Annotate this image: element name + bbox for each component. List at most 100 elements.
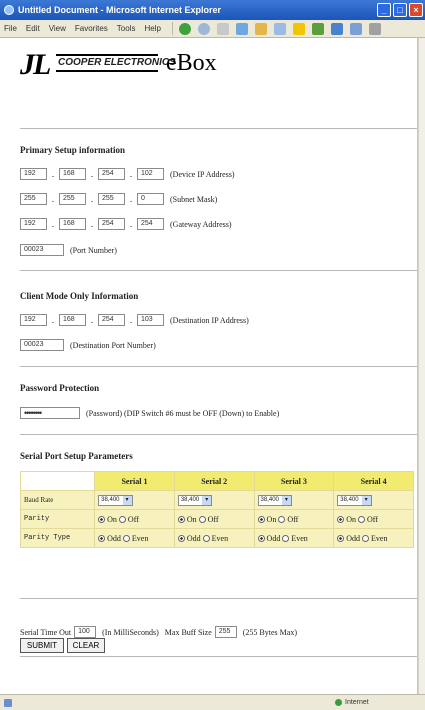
gateway-octet-3[interactable]: 254 [98, 218, 125, 230]
timeout-label: Serial Time Out [20, 627, 72, 637]
serial-2-header: Serial 2 [173, 471, 255, 491]
chevron-down-icon: ▾ [361, 495, 371, 505]
max-buff-input[interactable]: 255 [214, 626, 237, 638]
parity-type-label: Parity Type [19, 528, 96, 548]
print-icon[interactable] [368, 22, 381, 35]
divider [20, 270, 417, 271]
menu-file[interactable]: File [4, 24, 17, 33]
vertical-scrollbar[interactable] [418, 38, 425, 694]
parity-on-radio-1[interactable] [98, 516, 106, 524]
serial-heading: Serial Port Setup Parameters [20, 451, 133, 461]
favorites-icon[interactable] [292, 22, 305, 35]
port-input[interactable]: 00023 [20, 244, 64, 256]
parity-off-radio-4[interactable] [358, 516, 366, 524]
device-ip-octet-1[interactable]: 192 [20, 168, 47, 180]
baud-rate-select-4[interactable]: 38,400 ▾ [337, 494, 372, 506]
gateway-octet-2[interactable]: 168 [59, 218, 86, 230]
parity-odd-radio-2[interactable] [177, 535, 185, 543]
forward-icon[interactable] [197, 22, 210, 35]
serial-1-header: Serial 1 [94, 471, 175, 491]
baud-rate-select-2[interactable]: 38,400 ▾ [177, 494, 213, 506]
product-title: eBox [166, 50, 217, 76]
parity-odd-radio-3[interactable] [257, 535, 265, 543]
submit-button[interactable]: SUBMIT [20, 638, 64, 653]
close-icon[interactable]: × [409, 3, 423, 17]
search-icon[interactable] [273, 22, 286, 35]
back-icon[interactable] [178, 22, 191, 35]
password-label: (Password) (DIP Switch #6 must be OFF (D… [86, 408, 280, 418]
logo-brand: COOPER ELECTRONICS [56, 54, 176, 72]
subnet-label: (Subnet Mask) [170, 194, 218, 204]
parity-off-radio-1[interactable] [118, 516, 126, 524]
media-icon[interactable] [311, 22, 324, 35]
dest-ip-row: 192. 168. 254. 103 (Destination IP Addre… [20, 314, 249, 326]
device-ip-label: (Device IP Address) [170, 169, 235, 179]
dest-ip-octet-4[interactable]: 103 [137, 314, 164, 326]
chevron-down-icon: ▾ [202, 495, 212, 505]
maximize-icon[interactable]: □ [393, 3, 407, 17]
password-input[interactable]: •••••••• [20, 407, 80, 419]
parity-on-radio-3[interactable] [257, 516, 265, 524]
parity-even-radio-1[interactable] [122, 535, 130, 543]
subnet-octet-2[interactable]: 255 [59, 193, 86, 205]
subnet-octet-4[interactable]: 0 [137, 193, 164, 205]
timeout-unit: (In MilliSeconds) [102, 627, 159, 637]
menu-favorites[interactable]: Favorites [75, 24, 108, 33]
device-ip-octet-2[interactable]: 168 [59, 168, 86, 180]
timeout-input[interactable]: 100 [74, 626, 97, 638]
serial-port-table: Serial 1 Serial 2 Serial 3 Serial 4 Baud… [19, 471, 414, 548]
parity-even-radio-3[interactable] [282, 535, 290, 543]
home-icon[interactable] [254, 22, 267, 35]
parity-odd-radio-1[interactable] [98, 535, 106, 543]
dest-ip-octet-2[interactable]: 168 [59, 314, 86, 326]
subnet-octet-3[interactable]: 255 [98, 193, 125, 205]
device-ip-row: 192. 168. 254. 102 (Device IP Address) [20, 168, 235, 180]
divider [20, 434, 417, 435]
divider [20, 366, 417, 367]
divider [20, 598, 417, 599]
gateway-label: (Gateway Address) [170, 219, 232, 229]
refresh-icon[interactable] [235, 22, 248, 35]
client-heading: Client Mode Only Information [20, 291, 139, 301]
parity-even-radio-2[interactable] [202, 535, 210, 543]
device-ip-octet-3[interactable]: 254 [98, 168, 125, 180]
serial-4-header: Serial 4 [333, 471, 414, 491]
window-title: Untitled Document - Microsoft Internet E… [18, 5, 222, 15]
max-buff-note: (255 Bytes Max) [242, 627, 297, 637]
parity-even-radio-4[interactable] [362, 535, 370, 543]
subnet-octet-1[interactable]: 255 [20, 193, 47, 205]
menu-view[interactable]: View [49, 24, 66, 33]
primary-heading: Primary Setup information [20, 145, 125, 155]
menu-help[interactable]: Help [144, 24, 160, 33]
divider [20, 128, 417, 129]
parity-on-radio-4[interactable] [337, 516, 345, 524]
stop-icon[interactable] [216, 22, 229, 35]
menu-tools[interactable]: Tools [117, 24, 136, 33]
dest-ip-octet-1[interactable]: 192 [20, 314, 47, 326]
menu-edit[interactable]: Edit [26, 24, 40, 33]
chevron-down-icon: ▾ [122, 495, 132, 505]
dest-port-input[interactable]: 00023 [20, 339, 64, 351]
clear-button[interactable]: CLEAR [67, 638, 105, 653]
globe-icon [335, 699, 342, 706]
baud-rate-select-3[interactable]: 38,400 ▾ [257, 494, 292, 506]
dest-ip-octet-3[interactable]: 254 [98, 314, 125, 326]
gateway-octet-4[interactable]: 254 [137, 218, 164, 230]
device-ip-octet-4[interactable]: 102 [137, 168, 164, 180]
baud-rate-select-1[interactable]: 38,400 ▾ [98, 494, 133, 506]
parity-on-radio-2[interactable] [177, 516, 185, 524]
parity-off-radio-2[interactable] [198, 516, 206, 524]
page-icon [4, 698, 12, 707]
minimize-icon[interactable]: _ [377, 3, 391, 17]
parity-off-radio-3[interactable] [278, 516, 286, 524]
history-icon[interactable] [330, 22, 343, 35]
dest-ip-label: (Destination IP Address) [170, 315, 249, 325]
gateway-octet-1[interactable]: 192 [20, 218, 47, 230]
table-row: Parity On Off On Off On Off On Off [19, 509, 414, 529]
window-titlebar: Untitled Document - Microsoft Internet E… [0, 0, 425, 20]
parity-odd-radio-4[interactable] [337, 535, 345, 543]
zone-label: Internet [345, 699, 369, 706]
mail-icon[interactable] [349, 22, 362, 35]
table-row: Parity Type Odd Even Odd Even Odd Even O… [19, 528, 414, 548]
dest-port-label: (Destination Port Number) [70, 340, 156, 350]
